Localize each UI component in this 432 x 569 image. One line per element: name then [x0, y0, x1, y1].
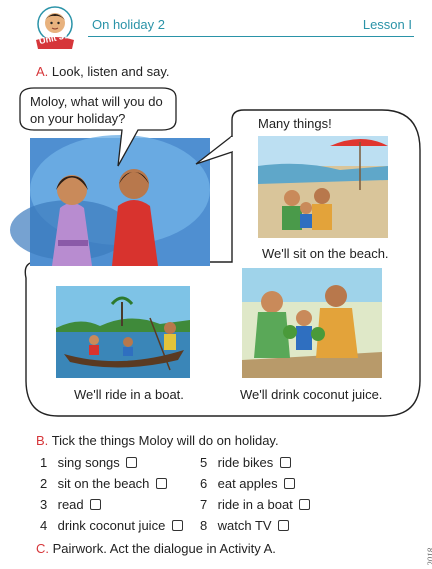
section-a-text: Look, listen and say.	[51, 64, 170, 79]
section-b-instruction: B. Tick the things Moloy will do on holi…	[36, 433, 279, 448]
tick-checkbox[interactable]	[171, 520, 183, 531]
tick-checkbox[interactable]	[126, 457, 138, 468]
item-number: 6	[200, 476, 208, 491]
item-text: watch TV	[217, 518, 272, 533]
tick-checkbox[interactable]	[90, 499, 102, 510]
item-text: sit on the beach	[57, 476, 150, 491]
item-number: 5	[200, 455, 208, 470]
list-item: 1 sing songs	[40, 455, 138, 470]
tick-checkbox[interactable]	[279, 457, 291, 468]
section-a-letter: A.	[36, 64, 49, 79]
item-number: 2	[40, 476, 48, 491]
coconut-picture	[242, 268, 382, 378]
item-text: ride bikes	[217, 455, 274, 470]
item-number: 8	[200, 518, 208, 533]
section-c-text: Pairwork. Act the dialogue in Activity A…	[52, 541, 276, 556]
list-item: 5 ride bikes	[200, 455, 291, 470]
page-title: On holiday 2	[92, 17, 165, 32]
question-line-2: on your holiday?	[30, 111, 125, 126]
section-b-letter: B.	[36, 433, 49, 448]
dialogue-illustration: Moloy, what will you do on your holiday?…	[10, 87, 421, 417]
section-c-instruction: C. Pairwork. Act the dialogue in Activit…	[36, 541, 276, 556]
item-number: 3	[40, 497, 48, 512]
section-a-instruction: A. Look, listen and say.	[36, 64, 169, 79]
item-text: eat apples	[217, 476, 278, 491]
year-mark: 2018	[426, 548, 432, 566]
caption-coconut: We'll drink coconut juice.	[240, 387, 382, 402]
caption-boat: We'll ride in a boat.	[74, 387, 184, 402]
beach-picture	[258, 136, 388, 238]
answer-text: Many things!	[258, 116, 332, 131]
boat-picture	[56, 286, 190, 378]
item-text: sing songs	[57, 455, 120, 470]
tick-checkbox[interactable]	[299, 499, 311, 510]
list-item: 7 ride in a boat	[200, 497, 311, 512]
lesson-label: Lesson I	[362, 17, 412, 32]
caption-beach: We'll sit on the beach.	[262, 246, 389, 261]
item-number: 1	[40, 455, 48, 470]
list-item: 2 sit on the beach	[40, 476, 168, 491]
header-divider	[88, 36, 414, 37]
list-item: 3 read	[40, 497, 102, 512]
tick-checkbox[interactable]	[156, 478, 168, 489]
kids-talking-picture	[10, 135, 210, 266]
list-item: 8 watch TV	[200, 518, 290, 533]
item-text: read	[57, 497, 84, 512]
item-number: 4	[40, 518, 48, 533]
item-text: drink coconut juice	[57, 518, 166, 533]
tick-checkbox[interactable]	[284, 478, 296, 489]
tick-checkbox[interactable]	[278, 520, 290, 531]
list-item: 6 eat apples	[200, 476, 296, 491]
item-text: ride in a boat	[217, 497, 293, 512]
item-number: 7	[200, 497, 208, 512]
question-line-1: Moloy, what will you do	[30, 94, 163, 109]
section-c-letter: C.	[36, 541, 49, 556]
section-b-text: Tick the things Moloy will do on holiday…	[51, 433, 279, 448]
list-item: 4 drink coconut juice	[40, 518, 183, 533]
